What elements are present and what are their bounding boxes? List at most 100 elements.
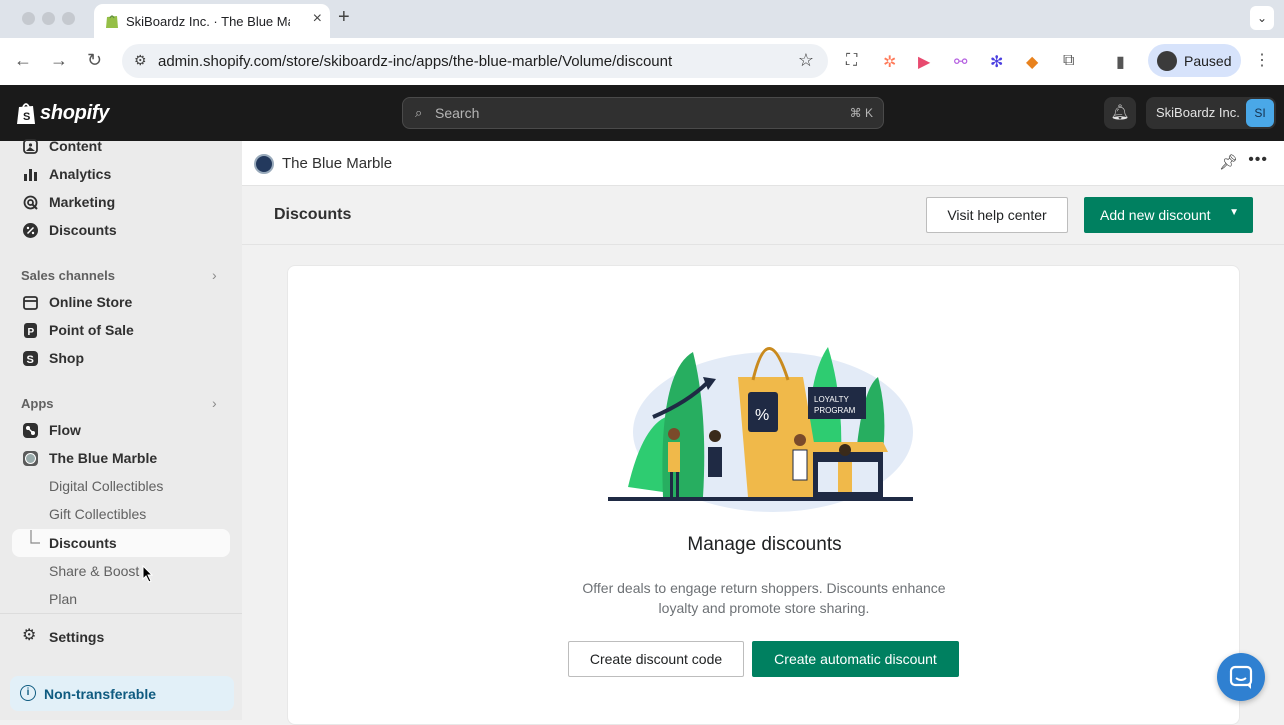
- blue-marble-globe-icon: [254, 154, 274, 174]
- sidebar-item-shop[interactable]: S Shop: [12, 344, 230, 372]
- search-placeholder: Search: [435, 105, 480, 121]
- search-input[interactable]: ⌕ Search ⌘ K: [402, 97, 884, 129]
- shopify-bag-icon: S: [17, 103, 35, 124]
- site-info-icon[interactable]: ⚙: [134, 52, 147, 69]
- more-actions-icon[interactable]: •••: [1248, 151, 1268, 169]
- illustration-percent: %: [755, 407, 769, 424]
- empty-state-description: Offer deals to engage return shoppers. D…: [582, 580, 946, 616]
- mouse-cursor-icon: [142, 565, 154, 583]
- sidebar-item-label: Flow: [49, 422, 81, 438]
- search-shortcut: ⌘ K: [849, 106, 873, 120]
- tab-title: SkiBoardz Inc. · The Blue Mar: [126, 14, 290, 29]
- add-new-discount-button[interactable]: Add new discount ▼: [1084, 197, 1253, 233]
- sidebar-item-point-of-sale[interactable]: P Point of Sale: [12, 316, 230, 344]
- sidebar-item-flow[interactable]: Flow: [12, 416, 230, 444]
- sidebar-item-discounts[interactable]: Discounts: [12, 216, 230, 244]
- discounts-icon: [23, 223, 38, 238]
- hubspot-icon[interactable]: ✲: [883, 52, 896, 72]
- sidebar-item-label: Analytics: [49, 166, 112, 182]
- add-new-discount-label: Add new discount: [1100, 207, 1211, 223]
- pin-icon[interactable]: 📌︎: [1219, 153, 1238, 171]
- side-panel-icon[interactable]: ▮: [1116, 52, 1125, 72]
- sidebar-subitem-digital-collectibles[interactable]: Digital Collectibles: [12, 472, 230, 500]
- screenshot-icon[interactable]: ⛶: [846, 52, 857, 70]
- extensions-puzzle-icon[interactable]: ⧉: [1063, 52, 1074, 70]
- store-menu-button[interactable]: SkiBoardz Inc. SI: [1146, 97, 1276, 129]
- chevron-right-icon[interactable]: ›: [212, 267, 217, 283]
- window-close-button[interactable]: [22, 12, 35, 25]
- sidebar-item-label: Point of Sale: [49, 322, 134, 338]
- sidebar-subitem-label: Digital Collectibles: [49, 478, 164, 494]
- sidebar-item-label: Content: [49, 138, 102, 154]
- sidebar-item-label: Online Store: [49, 294, 133, 310]
- apps-heading[interactable]: Apps: [21, 396, 54, 411]
- svg-text:P: P: [28, 327, 35, 338]
- sidebar-divider: [0, 613, 242, 614]
- flow-icon: [23, 423, 38, 438]
- menu-icon[interactable]: ⋮: [1254, 50, 1270, 70]
- sidebar-subitem-gift-collectibles[interactable]: Gift Collectibles: [12, 500, 230, 528]
- gear-icon: ⚙: [22, 627, 37, 644]
- blue-marble-icon: [23, 451, 38, 466]
- non-transferable-badge[interactable]: i Non-transferable: [10, 676, 234, 711]
- sidebar-item-label: Shop: [49, 350, 84, 366]
- sidebar-item-analytics[interactable]: Analytics: [12, 160, 230, 188]
- window-zoom-button[interactable]: [62, 12, 75, 25]
- sidebar-item-label: The Blue Marble: [49, 450, 158, 466]
- profile-button[interactable]: Paused: [1148, 44, 1241, 77]
- illustration-loyalty: LOYALTY: [814, 395, 849, 404]
- sidebar-subitem-plan[interactable]: Plan: [12, 585, 230, 613]
- sidebar-subitem-share-boost[interactable]: Share & Boost: [12, 557, 230, 585]
- sidebar-subitem-discounts[interactable]: Discounts: [12, 529, 230, 557]
- extension-link-icon[interactable]: ⚯: [954, 52, 967, 72]
- sidebar-subitem-label: Share & Boost: [49, 563, 140, 579]
- sidebar-item-online-store[interactable]: Online Store: [12, 288, 230, 316]
- discount-illustration: % LOYALTY PROGRAM: [608, 347, 913, 512]
- new-tab-button[interactable]: +: [338, 6, 350, 29]
- analytics-icon: [24, 169, 37, 181]
- window-minimize-button[interactable]: [42, 12, 55, 25]
- metamask-icon[interactable]: ◆: [1026, 52, 1038, 72]
- notifications-bell-icon[interactable]: 🔔︎: [1104, 97, 1136, 129]
- svg-text:S: S: [27, 354, 34, 366]
- caret-down-icon: ▼: [1229, 207, 1239, 218]
- sidebar-subitem-label: Plan: [49, 591, 78, 607]
- visit-help-center-button[interactable]: Visit help center: [926, 197, 1068, 233]
- shop-icon: S: [23, 351, 38, 366]
- empty-state-heading: Manage discounts: [687, 534, 842, 555]
- store-name: SkiBoardz Inc.: [1156, 105, 1240, 120]
- shopify-logo[interactable]: S shopify: [16, 101, 109, 125]
- back-icon[interactable]: ←: [14, 50, 32, 71]
- close-tab-icon[interactable]: ×: [313, 10, 322, 28]
- extension-asterisk-icon[interactable]: ✻: [990, 52, 1003, 72]
- create-discount-code-button[interactable]: Create discount code: [568, 641, 744, 677]
- store-avatar: SI: [1246, 99, 1274, 127]
- sales-channels-heading[interactable]: Sales channels: [21, 268, 115, 283]
- chat-launcher-button[interactable]: [1217, 653, 1265, 701]
- sidebar-item-marketing[interactable]: Marketing: [12, 188, 230, 216]
- sidebar-item-label: Marketing: [49, 194, 116, 210]
- extension-arrow-icon[interactable]: ▶: [918, 52, 930, 72]
- sidebar-subitem-label: Gift Collectibles: [49, 506, 147, 522]
- address-bar[interactable]: ⚙ admin.shopify.com/store/skiboardz-inc/…: [122, 44, 828, 78]
- create-automatic-discount-button[interactable]: Create automatic discount: [752, 641, 959, 677]
- url-text: admin.shopify.com/store/skiboardz-inc/ap…: [158, 53, 673, 70]
- avatar: [1157, 51, 1177, 71]
- app-header: The Blue Marble 📌︎ •••: [242, 141, 1284, 186]
- forward-icon[interactable]: →: [50, 50, 68, 71]
- shopify-favicon-icon: [106, 15, 118, 28]
- illustration-program: PROGRAM: [814, 406, 856, 415]
- tab-search-chevron-icon[interactable]: ⌄: [1250, 6, 1274, 30]
- reload-icon[interactable]: ↻: [87, 50, 102, 71]
- sidebar-subitem-label: Discounts: [49, 535, 117, 551]
- profile-status: Paused: [1184, 53, 1232, 69]
- marketing-icon: [23, 195, 38, 210]
- browser-tab[interactable]: SkiBoardz Inc. · The Blue Mar ×: [94, 4, 330, 38]
- sidebar-item-content[interactable]: Content: [12, 132, 230, 160]
- sidebar-item-settings[interactable]: ⚙ Settings: [12, 623, 230, 651]
- sidebar-item-the-blue-marble[interactable]: The Blue Marble: [12, 444, 230, 472]
- search-icon: ⌕: [415, 105, 423, 120]
- bookmark-star-icon[interactable]: ☆: [798, 50, 814, 71]
- browser-tab-bar: SkiBoardz Inc. · The Blue Mar × + ⌄: [0, 0, 1284, 38]
- chevron-right-icon[interactable]: ›: [212, 395, 217, 411]
